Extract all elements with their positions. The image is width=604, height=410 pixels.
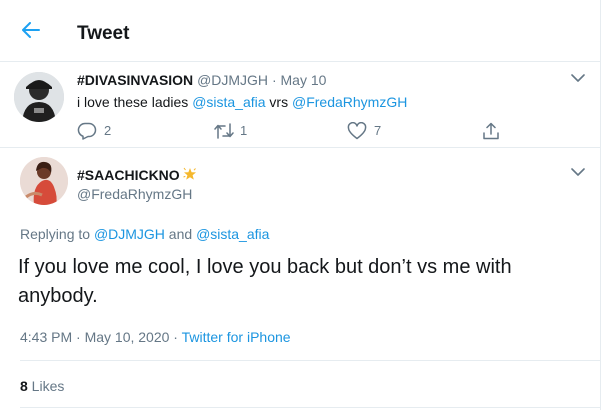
reply-count: 2 — [104, 123, 112, 138]
page-title: Tweet — [77, 23, 130, 44]
reply-bubble-icon — [77, 122, 97, 140]
mention-link[interactable]: @sista_afia — [192, 94, 265, 110]
handle[interactable]: @DJMJGH — [197, 72, 268, 88]
separator: · — [271, 72, 277, 88]
share-icon — [483, 122, 499, 140]
chevron-down-icon — [571, 168, 585, 176]
glowing-star-icon — [183, 167, 197, 185]
replying-to: Replying to @DJMJGH and @sista_afia — [20, 225, 269, 243]
more-options-button[interactable] — [568, 163, 588, 183]
likes-count: 8 — [20, 378, 28, 394]
divider — [20, 407, 600, 408]
display-name[interactable]: #SAACHICKNO — [77, 167, 180, 183]
time-date[interactable]: 4:43 PM · May 10, 2020 · — [20, 329, 182, 345]
tweet-panel: Tweet #DIVASINVASION @DJMJGH · May 10 i … — [0, 0, 601, 410]
retweet-count: 1 — [240, 123, 248, 138]
mention-link[interactable]: @FredaRhymzGH — [292, 94, 407, 110]
more-options-button[interactable] — [568, 69, 588, 89]
parent-tweet-header: #DIVASINVASION @DJMJGH · May 10 — [77, 71, 326, 89]
tweet-text-part: vrs — [265, 94, 292, 110]
display-name-row: #SAACHICKNO — [77, 166, 197, 185]
like-count: 7 — [374, 123, 382, 138]
parent-tweet[interactable]: #DIVASINVASION @DJMJGH · May 10 i love t… — [0, 63, 600, 148]
retweet-icon — [214, 123, 234, 139]
divider — [20, 360, 600, 361]
chevron-down-icon — [571, 74, 585, 82]
avatar[interactable] — [20, 157, 68, 205]
source-link[interactable]: Twitter for iPhone — [182, 329, 291, 345]
arrow-left-icon — [22, 22, 40, 38]
parent-tweet-text: i love these ladies @sista_afia vrs @Fre… — [77, 93, 407, 111]
likes-label: Likes — [27, 378, 65, 394]
page-header: Tweet — [0, 0, 600, 62]
tweet-date[interactable]: May 10 — [281, 72, 327, 88]
heart-icon — [347, 122, 367, 140]
tweet-actions: 2 1 7 — [77, 119, 517, 143]
tweet-timestamp: 4:43 PM · May 10, 2020 · Twitter for iPh… — [20, 328, 291, 346]
avatar-image — [20, 157, 68, 205]
mention-link[interactable]: @DJMJGH — [94, 226, 165, 242]
tweet-text: If you love me cool, I love you back but… — [18, 256, 512, 307]
replying-and: and — [164, 226, 197, 242]
likes-link[interactable]: 8 Likes — [20, 377, 64, 395]
avatar-image — [14, 72, 64, 122]
replying-label: Replying to — [20, 226, 94, 242]
tweet-text-part: i love these ladies — [77, 94, 193, 110]
handle[interactable]: @FredaRhymzGH — [77, 185, 192, 203]
display-name[interactable]: #DIVASINVASION — [77, 72, 193, 88]
mention-link[interactable]: @sista_afia — [196, 226, 269, 242]
avatar[interactable] — [14, 72, 64, 122]
back-button[interactable] — [14, 18, 46, 44]
